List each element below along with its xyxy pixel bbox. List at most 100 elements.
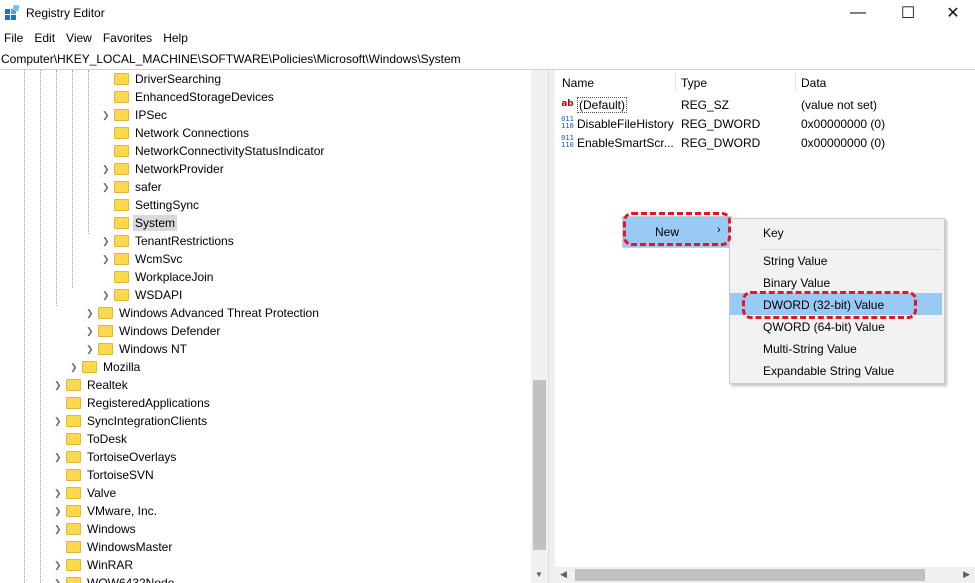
- submenu-item-string-value[interactable]: String Value: [730, 249, 942, 271]
- chevron-right-icon[interactable]: ❯: [54, 416, 62, 427]
- column-header-name[interactable]: Name: [562, 76, 594, 90]
- column-divider[interactable]: [795, 72, 796, 92]
- scrollbar-thumb[interactable]: [575, 569, 925, 581]
- tree-item[interactable]: NetworkProvider: [114, 160, 226, 178]
- annotation-highlight-dword: [742, 291, 917, 319]
- tree-item[interactable]: Mozilla: [82, 358, 142, 376]
- tree-item[interactable]: Windows Defender: [98, 322, 222, 340]
- folder-icon: [98, 343, 113, 355]
- value-type: REG_SZ: [681, 98, 730, 112]
- value-row[interactable]: ab (Default) REG_SZ (value not set): [555, 95, 975, 114]
- chevron-right-icon[interactable]: ❯: [86, 326, 94, 337]
- submenu-item-expandable-string-value[interactable]: Expandable String Value: [730, 359, 942, 381]
- address-path: Computer\HKEY_LOCAL_MACHINE\SOFTWARE\Pol…: [1, 52, 461, 66]
- chevron-right-icon[interactable]: ❯: [86, 344, 94, 355]
- chevron-right-icon[interactable]: ❯: [102, 110, 110, 121]
- chevron-right-icon[interactable]: ❯: [54, 560, 62, 571]
- tree-item[interactable]: VMware, Inc.: [66, 502, 159, 520]
- menu-edit[interactable]: Edit: [30, 28, 62, 48]
- tree-item[interactable]: SyncIntegrationClients: [66, 412, 209, 430]
- chevron-right-icon[interactable]: ❯: [102, 182, 110, 193]
- tree-item[interactable]: Windows: [66, 520, 138, 538]
- folder-icon: [114, 163, 129, 175]
- folder-icon: [114, 199, 129, 211]
- tree-item[interactable]: TenantRestrictions: [114, 232, 236, 250]
- value-row[interactable]: 011 110 EnableSmartScr... REG_DWORD 0x000…: [555, 133, 975, 152]
- chevron-right-icon[interactable]: ❯: [70, 362, 78, 373]
- address-bar[interactable]: Computer\HKEY_LOCAL_MACHINE\SOFTWARE\Pol…: [0, 49, 975, 70]
- chevron-right-icon[interactable]: ❯: [102, 254, 110, 265]
- chevron-right-icon[interactable]: ❯: [54, 380, 62, 391]
- registry-editor-icon: [5, 5, 20, 20]
- string-value-icon: ab: [561, 99, 574, 109]
- value-data: 0x00000000 (0): [801, 117, 886, 131]
- folder-icon: [66, 559, 81, 571]
- folder-icon: [114, 217, 129, 229]
- tree-item[interactable]: Network Connections: [114, 124, 251, 142]
- tree-item[interactable]: Windows Advanced Threat Protection: [98, 304, 321, 322]
- chevron-right-icon[interactable]: ❯: [102, 290, 110, 301]
- menu-file[interactable]: File: [0, 28, 30, 48]
- value-data: 0x00000000 (0): [801, 136, 886, 150]
- folder-icon: [114, 253, 129, 265]
- column-header-data[interactable]: Data: [801, 76, 826, 90]
- folder-icon: [66, 541, 81, 553]
- folder-icon: [66, 379, 81, 391]
- folder-icon: [66, 397, 81, 409]
- tree-item[interactable]: WinRAR: [66, 556, 135, 574]
- chevron-right-icon[interactable]: ❯: [102, 164, 110, 175]
- tree-guide-line: [24, 70, 25, 583]
- tree-item[interactable]: DriverSearching: [114, 70, 223, 88]
- tree-item[interactable]: WcmSvc: [114, 250, 184, 268]
- folder-icon: [114, 91, 129, 103]
- chevron-right-icon[interactable]: ❯: [86, 308, 94, 319]
- tree-vertical-scrollbar[interactable]: ▼: [531, 70, 548, 583]
- tree-item[interactable]: Windows NT: [98, 340, 189, 358]
- chevron-right-icon[interactable]: ❯: [54, 506, 62, 517]
- pane-splitter[interactable]: [548, 70, 555, 583]
- value-name: DisableFileHistory: [577, 117, 674, 131]
- tree-item[interactable]: SettingSync: [114, 196, 201, 214]
- tree-item[interactable]: EnhancedStorageDevices: [114, 88, 276, 106]
- folder-icon: [114, 127, 129, 139]
- scroll-right-icon[interactable]: ▶: [963, 569, 970, 580]
- maximize-button[interactable]: ☐: [885, 0, 931, 26]
- tree-item[interactable]: TortoiseOverlays: [66, 448, 178, 466]
- tree-item[interactable]: Realtek: [66, 376, 130, 394]
- submenu-item-key[interactable]: Key: [730, 221, 942, 243]
- tree-item[interactable]: NetworkConnectivityStatusIndicator: [114, 142, 326, 160]
- tree-item[interactable]: WorkplaceJoin: [114, 268, 215, 286]
- menu-favorites[interactable]: Favorites: [99, 28, 159, 48]
- values-horizontal-scrollbar[interactable]: ◀ ▶: [555, 567, 975, 583]
- tree-item[interactable]: WindowsMaster: [66, 538, 174, 556]
- value-name: (Default): [577, 97, 628, 113]
- tree-item[interactable]: Valve: [66, 484, 118, 502]
- tree-item[interactable]: ToDesk: [66, 430, 129, 448]
- value-name: EnableSmartScr...: [577, 136, 674, 150]
- column-header-type[interactable]: Type: [681, 76, 707, 90]
- submenu-item-multi-string-value[interactable]: Multi-String Value: [730, 337, 942, 359]
- tree-item[interactable]: WOW6432Node: [66, 574, 176, 583]
- tree-item[interactable]: WSDAPI: [114, 286, 184, 304]
- minimize-button[interactable]: —: [835, 0, 881, 26]
- chevron-right-icon[interactable]: ❯: [54, 578, 62, 583]
- value-row[interactable]: 011 110 DisableFileHistory REG_DWORD 0x00…: [555, 114, 975, 133]
- tree-item[interactable]: TortoiseSVN: [66, 466, 156, 484]
- close-button[interactable]: ✕: [930, 0, 975, 26]
- chevron-right-icon[interactable]: ❯: [54, 524, 62, 535]
- chevron-right-icon[interactable]: ❯: [54, 488, 62, 499]
- tree-item-selected[interactable]: System: [114, 214, 178, 232]
- scroll-down-icon[interactable]: ▼: [535, 570, 543, 579]
- menu-view[interactable]: View: [62, 28, 99, 48]
- scrollbar-thumb[interactable]: [533, 380, 546, 550]
- menu-help[interactable]: Help: [159, 28, 195, 48]
- column-divider[interactable]: [675, 72, 676, 92]
- chevron-right-icon[interactable]: ❯: [54, 452, 62, 463]
- chevron-right-icon[interactable]: ❯: [102, 236, 110, 247]
- tree-item[interactable]: IPSec: [114, 106, 169, 124]
- tree-item[interactable]: RegisteredApplications: [66, 394, 212, 412]
- tree-item[interactable]: safer: [114, 178, 164, 196]
- registry-tree[interactable]: DriverSearching EnhancedStorageDevices ❯…: [0, 70, 548, 583]
- scroll-left-icon[interactable]: ◀: [560, 569, 567, 580]
- submenu-item-binary-value[interactable]: Binary Value: [730, 271, 942, 293]
